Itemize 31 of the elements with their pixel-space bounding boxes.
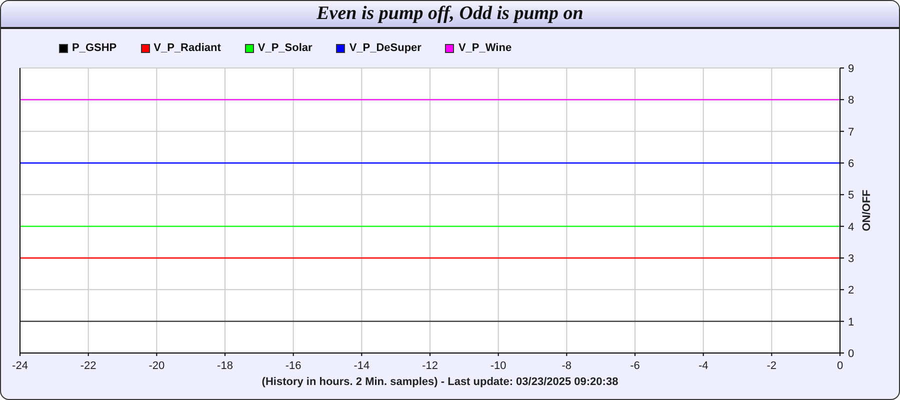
legend-label: V_P_Solar	[258, 42, 312, 54]
legend-label: P_GSHP	[72, 42, 117, 54]
y-tick-label: 4	[848, 221, 854, 234]
y-axis-title: ON/OFF	[861, 190, 873, 232]
x-tick-label: 0	[836, 360, 844, 372]
x-tick-label: -8	[562, 360, 572, 372]
x-tick-label: -4	[698, 360, 708, 372]
legend-label: V_P_DeSuper	[349, 42, 422, 54]
x-tick-label: -20	[148, 360, 165, 372]
y-tick-label: 1	[848, 316, 854, 328]
x-tick-label: -6	[630, 360, 640, 372]
x-tick-label: -12	[422, 360, 438, 372]
x-axis-title: (History in hours. 2 Min. samples) - Last update: 03/23/2025 09:20:38	[262, 376, 618, 388]
legend-label: V_P_Wine	[458, 42, 512, 54]
chart-title: Even is pump off, Odd is pump on	[316, 3, 584, 25]
y-tick-label: 9	[848, 63, 854, 75]
x-tick-label: -16	[285, 360, 302, 372]
x-tick-label: -18	[217, 360, 233, 372]
x-tick-label: -10	[490, 360, 506, 372]
legend-label: V_P_Radiant	[154, 42, 221, 54]
x-tick-label: -22	[80, 360, 96, 372]
x-tick-label: -14	[354, 360, 370, 372]
y-tick-label: 7	[848, 126, 854, 138]
y-tick-label: 6	[848, 158, 854, 170]
y-tick-label: 0	[848, 348, 854, 360]
x-tick-label: -2	[766, 360, 777, 372]
x-tick-label: -24	[12, 360, 28, 372]
y-tick-label: 2	[848, 284, 854, 297]
y-tick-label: 3	[848, 253, 854, 265]
y-tick-label: 8	[848, 94, 854, 107]
y-tick-label: 5	[848, 190, 854, 202]
